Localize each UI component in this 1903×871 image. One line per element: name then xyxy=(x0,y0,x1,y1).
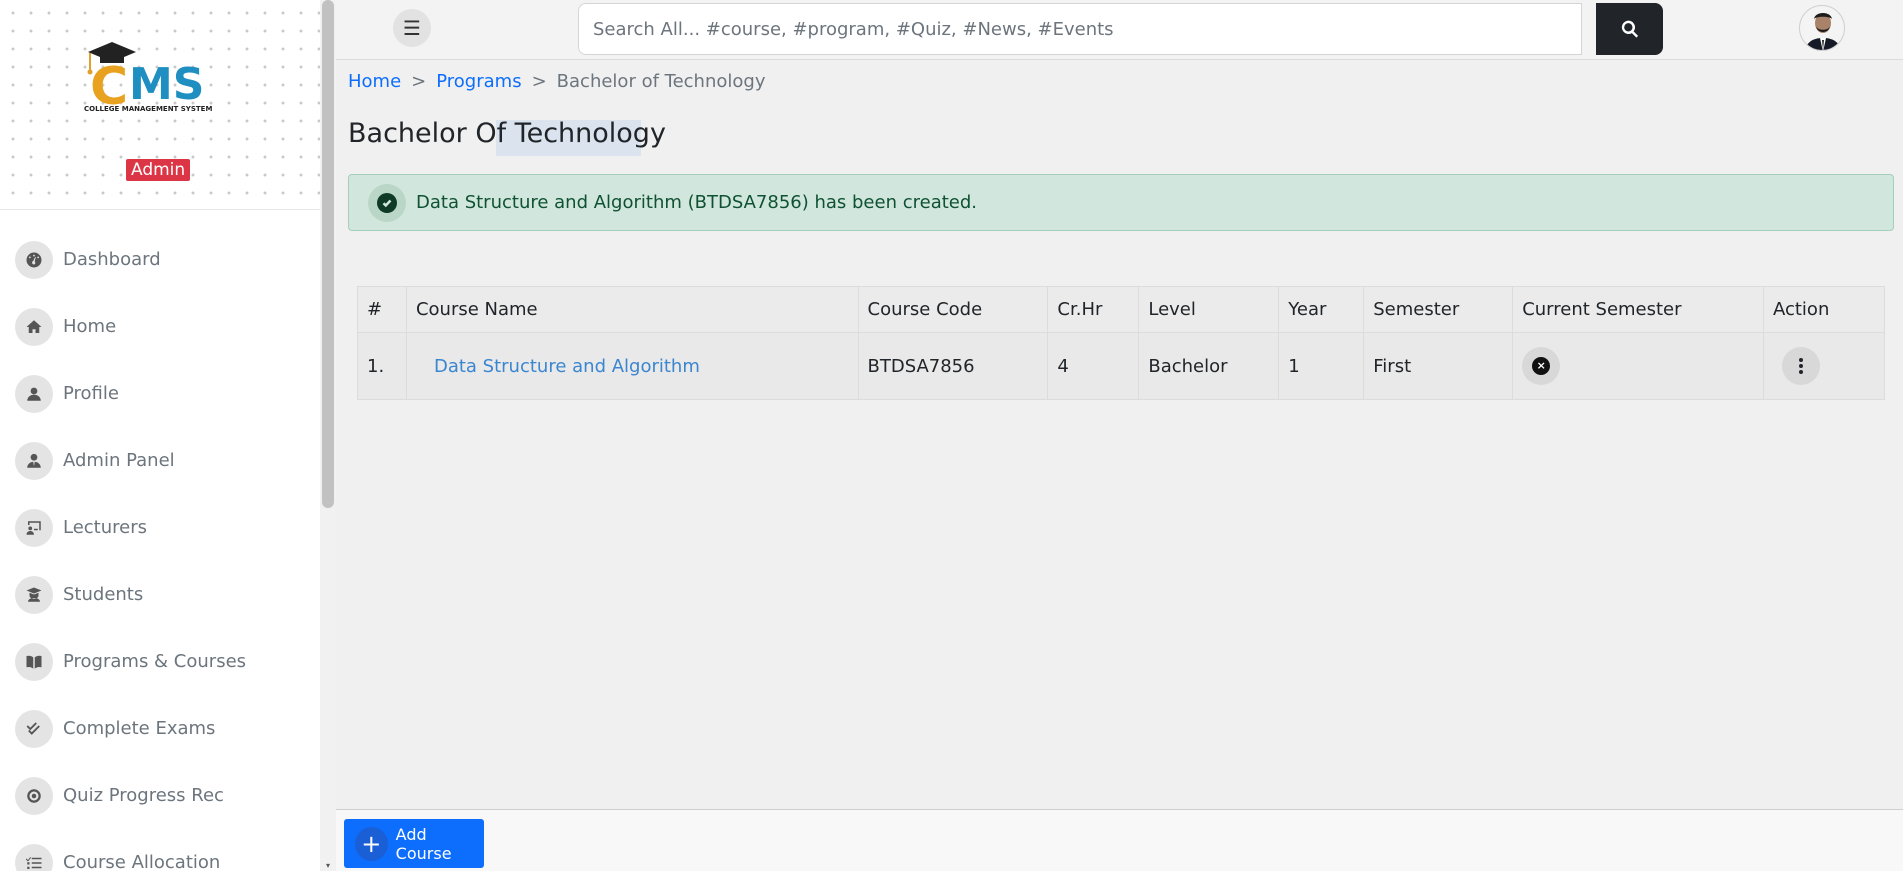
cell-year: 1 xyxy=(1278,332,1365,400)
sidebar-item-label: Quiz Progress Rec xyxy=(63,785,224,806)
sidebar-item-label: Profile xyxy=(63,383,119,404)
scroll-down-arrow-icon[interactable]: ▾ xyxy=(322,861,334,871)
cell-course-code: BTDSA7856 xyxy=(857,332,1049,400)
add-course-label: Add Course xyxy=(395,824,452,863)
column-header-credit-hours: Cr.Hr xyxy=(1047,286,1140,333)
cms-logo[interactable]: C MS COLLEGE MANAGEMENT SYSTEM xyxy=(80,36,230,116)
kebab-menu-icon xyxy=(1798,358,1803,374)
check-circle-icon xyxy=(368,183,406,222)
sidebar-item-programs-courses[interactable]: Programs & Courses xyxy=(0,628,320,695)
sidebar-item-label: Admin Panel xyxy=(63,450,175,471)
sidebar-item-admin-panel[interactable]: Admin Panel xyxy=(0,427,320,494)
user-avatar[interactable] xyxy=(1799,5,1845,51)
sidebar-item-label: Students xyxy=(63,584,144,605)
breadcrumb: Home > Programs > Bachelor of Technology xyxy=(348,71,765,92)
column-header-course-name: Course Name xyxy=(405,286,859,333)
cell-credit-hours: 4 xyxy=(1047,332,1140,400)
svg-text:MS: MS xyxy=(129,59,204,110)
cell-action xyxy=(1762,332,1886,400)
sidebar-item-complete-exams[interactable]: Complete Exams xyxy=(0,695,320,762)
list-check-icon xyxy=(15,843,53,871)
sidebar-item-dashboard[interactable]: Dashboard xyxy=(0,226,320,293)
table-header-row: # Course Name Course Code Cr.Hr Level Ye… xyxy=(357,286,1886,333)
breadcrumb-programs-link[interactable]: Programs xyxy=(436,71,521,92)
cell-number: 1. xyxy=(357,332,407,400)
menu-toggle-button[interactable]: ☰ xyxy=(393,9,431,47)
search-icon xyxy=(1621,20,1638,38)
x-circle-icon: × xyxy=(1532,357,1551,375)
column-header-level: Level xyxy=(1138,286,1280,333)
sidebar-nav: Dashboard Home Profile Admin Panel Lectu… xyxy=(0,210,320,871)
success-alert: Data Structure and Algorithm (BTDSA7856)… xyxy=(348,174,1894,231)
chalkboard-teacher-icon xyxy=(15,508,53,547)
column-header-number: # xyxy=(357,286,407,333)
record-icon xyxy=(15,776,53,815)
cell-semester: First xyxy=(1363,332,1514,400)
sidebar-item-label: Lecturers xyxy=(63,517,148,538)
column-header-semester: Semester xyxy=(1363,286,1514,333)
role-badge: Admin xyxy=(126,159,191,181)
column-header-current-semester: Current Semester xyxy=(1512,286,1764,333)
page-title: Bachelor Of Technology xyxy=(348,118,666,149)
logo-subtitle: COLLEGE MANAGEMENT SYSTEM xyxy=(84,105,212,113)
sidebar-item-label: Complete Exams xyxy=(63,718,216,739)
home-icon xyxy=(15,307,53,346)
user-icon xyxy=(15,374,53,413)
column-header-course-code: Course Code xyxy=(857,286,1049,333)
column-header-action: Action xyxy=(1762,286,1886,333)
book-open-icon xyxy=(15,642,53,681)
sidebar-item-label: Dashboard xyxy=(63,249,161,270)
sidebar-item-label: Course Allocation xyxy=(63,852,221,871)
plus-icon: + xyxy=(355,826,388,861)
graduate-icon xyxy=(15,575,53,614)
search-button[interactable] xyxy=(1596,3,1663,55)
sidebar-scroll-thumb[interactable] xyxy=(322,0,334,508)
row-actions-button[interactable] xyxy=(1781,347,1820,385)
sidebar-item-course-allocation[interactable]: Course Allocation xyxy=(0,829,320,871)
sidebar-item-label: Programs & Courses xyxy=(63,651,247,672)
check-double-icon xyxy=(15,709,53,748)
sidebar-item-home[interactable]: Home xyxy=(0,293,320,360)
courses-table: # Course Name Course Code Cr.Hr Level Ye… xyxy=(357,286,1886,400)
cell-course-name: Data Structure and Algorithm xyxy=(405,332,859,400)
sidebar: C MS COLLEGE MANAGEMENT SYSTEM Admin Das… xyxy=(0,0,320,871)
sidebar-item-students[interactable]: Students xyxy=(0,561,320,628)
table-row: 1. Data Structure and Algorithm BTDSA785… xyxy=(357,332,1886,400)
sidebar-header: C MS COLLEGE MANAGEMENT SYSTEM Admin xyxy=(0,0,320,210)
sidebar-item-label: Home xyxy=(63,316,117,337)
topbar: ☰ xyxy=(336,0,1903,60)
cell-level: Bachelor xyxy=(1138,332,1280,400)
search-input[interactable] xyxy=(578,3,1582,55)
breadcrumb-separator: > xyxy=(531,71,547,92)
breadcrumb-current: Bachelor of Technology xyxy=(556,71,766,92)
sidebar-item-profile[interactable]: Profile xyxy=(0,360,320,427)
add-course-button[interactable]: + Add Course xyxy=(344,819,484,868)
dashboard-icon xyxy=(15,240,53,279)
course-name-link[interactable]: Data Structure and Algorithm xyxy=(416,356,700,377)
breadcrumb-home-link[interactable]: Home xyxy=(348,71,401,92)
column-header-year: Year xyxy=(1278,286,1365,333)
user-tie-icon xyxy=(15,441,53,480)
alert-message: Data Structure and Algorithm (BTDSA7856)… xyxy=(416,192,977,213)
bottom-action-bar xyxy=(336,809,1903,871)
hamburger-icon: ☰ xyxy=(403,16,421,40)
breadcrumb-separator: > xyxy=(411,71,427,92)
cell-current-semester: × xyxy=(1512,332,1764,400)
sidebar-item-lecturers[interactable]: Lecturers xyxy=(0,494,320,561)
sidebar-item-quiz-progress[interactable]: Quiz Progress Rec xyxy=(0,762,320,829)
current-semester-toggle[interactable]: × xyxy=(1522,347,1561,385)
